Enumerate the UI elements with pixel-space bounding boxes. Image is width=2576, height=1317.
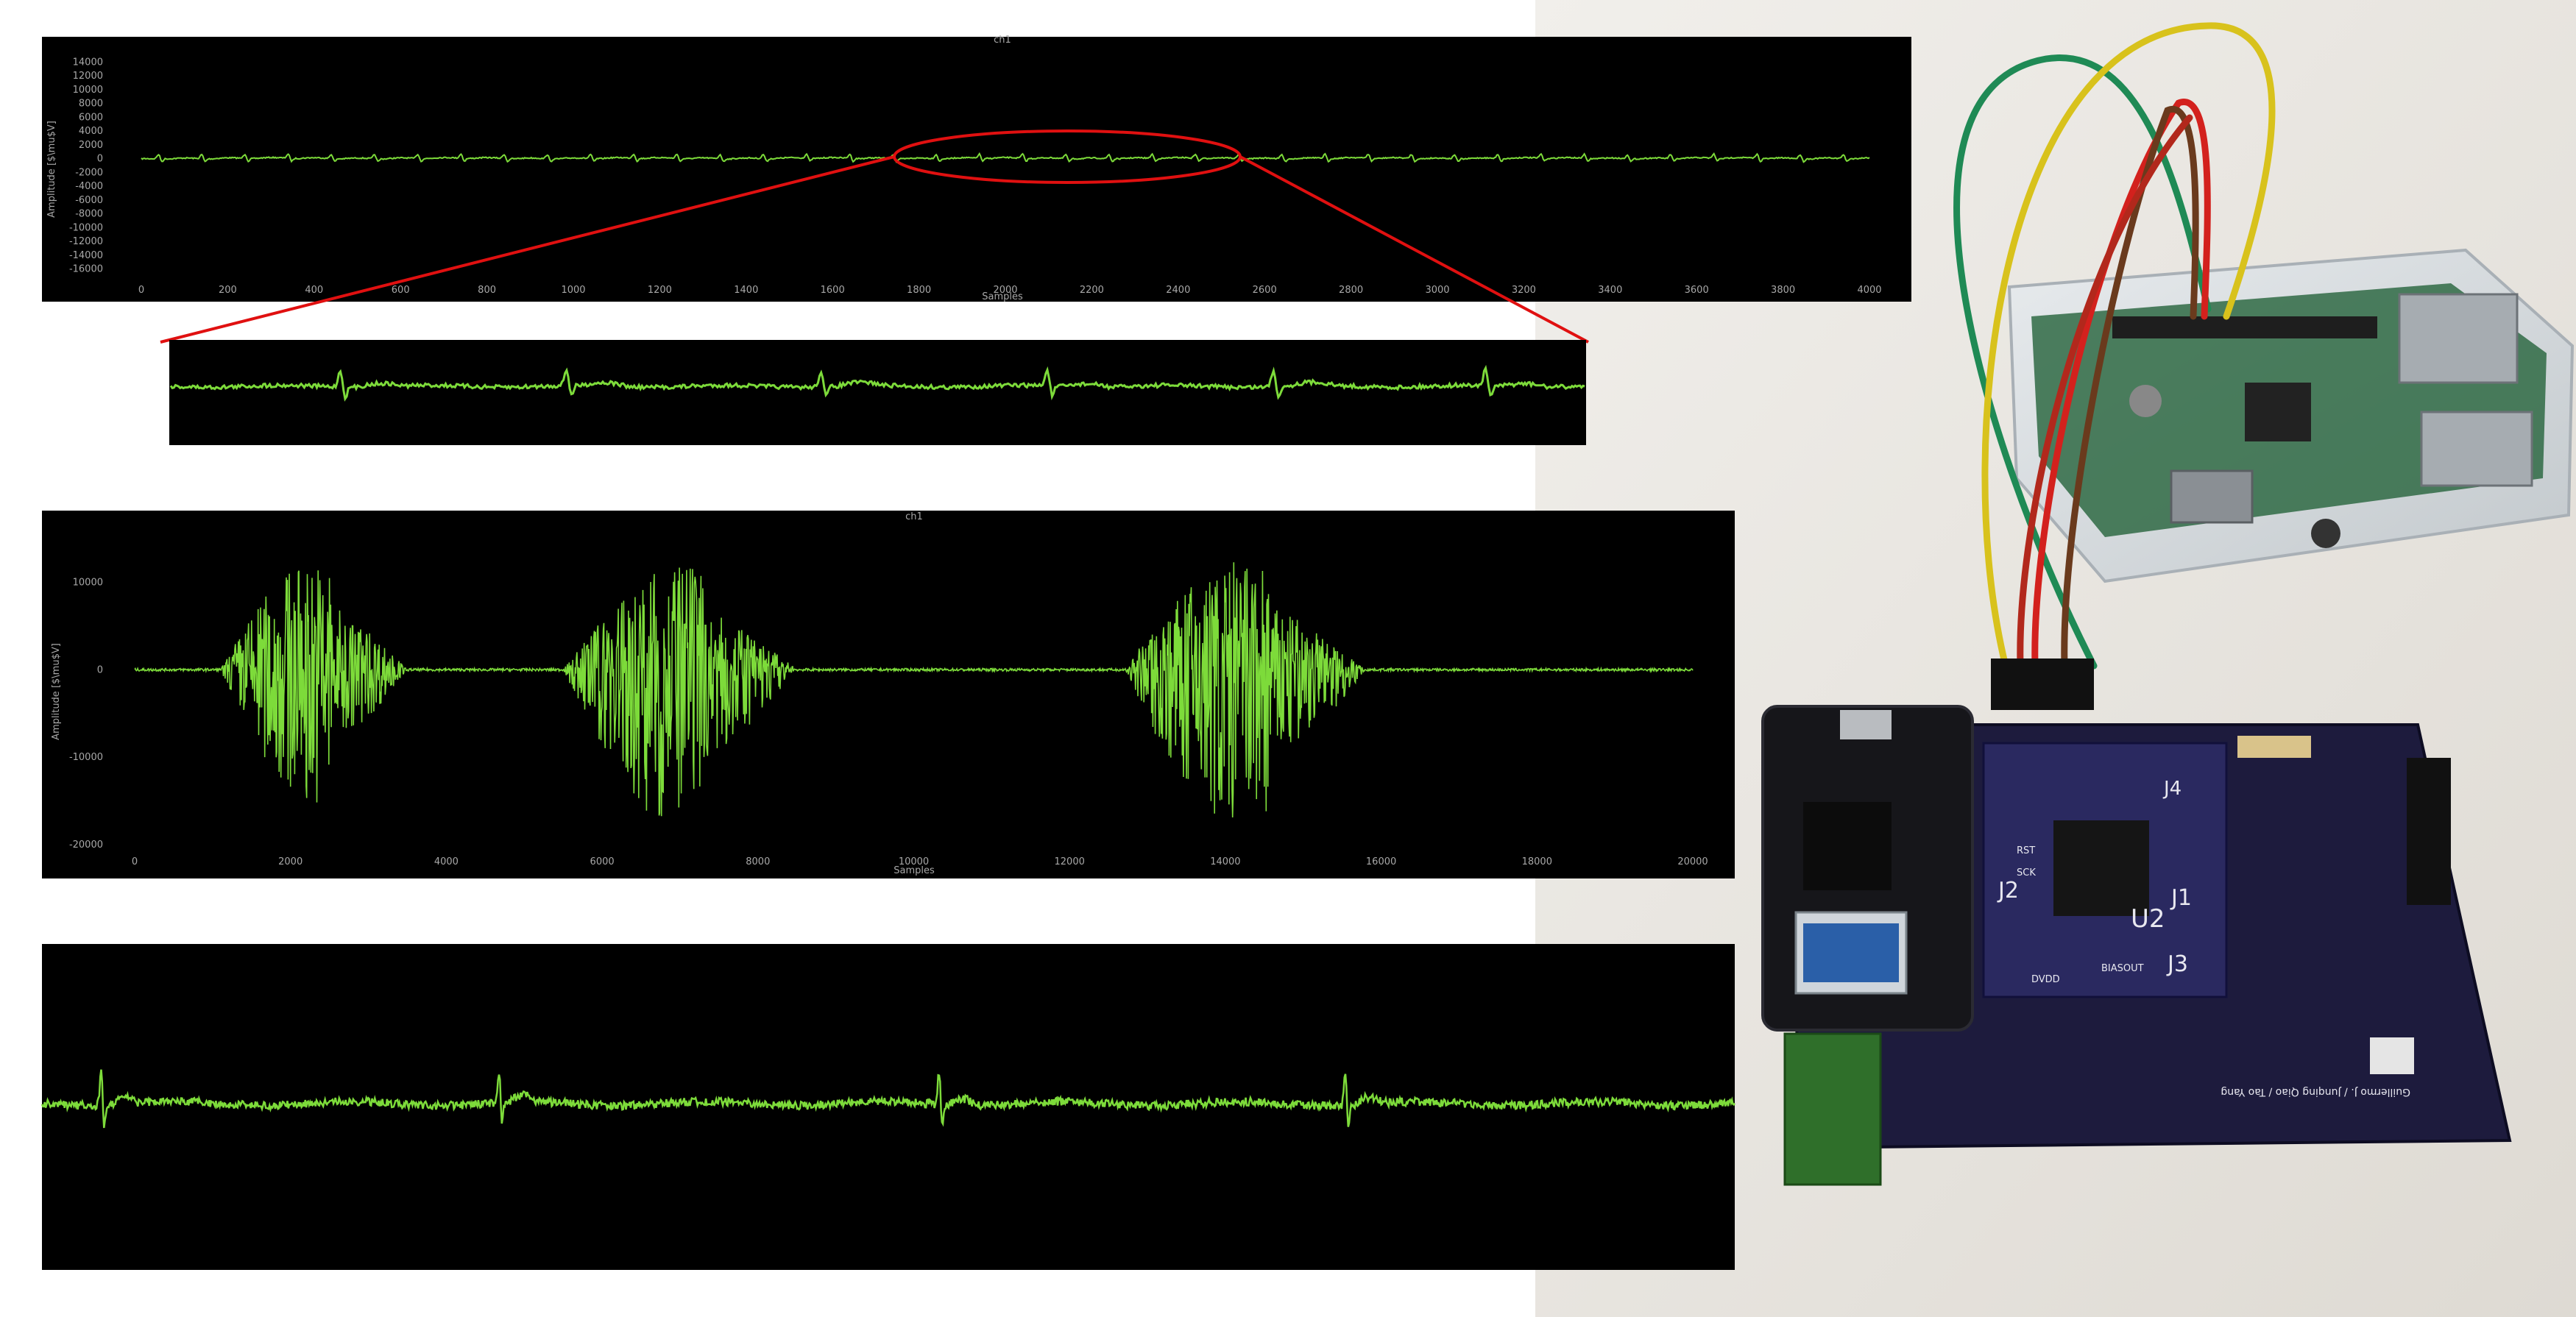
pcb-label-u2: U2 [2131, 904, 2165, 934]
panel-2-background [169, 340, 1586, 445]
hdmi-port [2170, 469, 2254, 524]
x-tick-label: 800 [478, 285, 496, 296]
x-tick-label: 20000 [1677, 856, 1708, 867]
x-tick-label: 4000 [1857, 285, 1881, 296]
x-tick-label: 2800 [1339, 285, 1363, 296]
y-tick-label: -14000 [69, 250, 103, 261]
x-tick-label: 0 [132, 856, 138, 867]
y-tick-label: -12000 [69, 236, 103, 247]
y-tick-label: 6000 [79, 112, 103, 123]
x-tick-label: 1400 [734, 285, 758, 296]
y-tick-label: 0 [97, 154, 103, 165]
x-axis-label-1: Samples [982, 291, 1023, 302]
x-tick-label: 2200 [1080, 285, 1104, 296]
pcb-label-j3: J3 [2166, 951, 2188, 977]
x-tick-label: 1600 [821, 285, 845, 296]
y-tick-label: -2000 [75, 167, 103, 178]
x-tick-label: 3200 [1512, 285, 1536, 296]
x-tick-label: 600 [392, 285, 410, 296]
x-tick-label: 8000 [746, 856, 770, 867]
logo-mark [2370, 1037, 2414, 1074]
panel-2 [169, 340, 1586, 445]
pcb-label-dvdd: DVDD [2031, 974, 2060, 985]
x-tick-label: 200 [219, 285, 237, 296]
y-tick-label: 2000 [79, 140, 103, 151]
y-tick-label: -8000 [75, 209, 103, 220]
pcb-label-biasout: BIASOUT [2101, 963, 2144, 974]
y-tick-label: 4000 [79, 126, 103, 137]
usb-connector [1840, 710, 1892, 739]
y-tick-label: 12000 [73, 71, 103, 82]
adc-chip [2053, 820, 2149, 916]
panel-1: 14000120001000080006000400020000-2000-40… [42, 35, 1911, 302]
y-tick-label: -16000 [69, 264, 103, 275]
sensor-board [1783, 1032, 1882, 1186]
x-tick-label: 3000 [1425, 285, 1449, 296]
x-tick-label: 3400 [1598, 285, 1622, 296]
pcb-label-j1: J1 [2170, 885, 2192, 911]
x-tick-label: 18000 [1522, 856, 1552, 867]
x-tick-label: 14000 [1210, 856, 1240, 867]
x-tick-label: 3800 [1771, 285, 1795, 296]
x-axis-label-3: Samples [894, 865, 935, 876]
chart-title-3: ch1 [905, 511, 923, 522]
pcb-label-rst: RST [2017, 845, 2035, 856]
x-tick-label: 1000 [561, 285, 585, 296]
x-tick-label: 1200 [648, 285, 672, 296]
y-tick-label: 8000 [79, 99, 103, 110]
usb-ports [2398, 293, 2519, 384]
panel-1-background [42, 37, 1911, 302]
y-tick-label: 10000 [73, 85, 103, 96]
feather-board [1761, 705, 1974, 1032]
y-tick-label: 14000 [73, 57, 103, 68]
y-tick-label: -20000 [69, 839, 103, 851]
x-tick-label: 2000 [278, 856, 302, 867]
x-tick-label: 0 [138, 285, 144, 296]
y-tick-label: -10000 [69, 752, 103, 763]
y-tick-label: -6000 [75, 195, 103, 206]
pcb-label-j2: J2 [1997, 878, 2019, 904]
x-tick-label: 3600 [1685, 285, 1709, 296]
y-tick-label: 0 [97, 664, 103, 675]
wire-connector [1991, 658, 2094, 710]
pcb-label-j4: J4 [2162, 778, 2182, 800]
panel-3: 100000-10000-20000 0 2000 4000 6000 8000 1000… [42, 511, 1735, 878]
y-axis-label-3: Amplitude [$\mu$V] [51, 643, 62, 740]
x-tick-label: 1800 [907, 285, 931, 296]
figure-canvas: U2 J2 J1 J3 J4 BIASOUT DVDD RST SCK Guil… [40, 0, 2576, 1317]
pcb-label-sck: SCK [2017, 867, 2036, 878]
x-tick-label: 6000 [590, 856, 615, 867]
panel-4 [40, 944, 1736, 1270]
y-tick-label: 10000 [73, 577, 103, 588]
x-tick-label: 12000 [1055, 856, 1085, 867]
y-tick-label: -4000 [75, 181, 103, 192]
x-tick-label: 2400 [1166, 285, 1190, 296]
x-tick-label: 2600 [1253, 285, 1277, 296]
chart-title-1: ch1 [994, 35, 1011, 46]
gpio-header [2112, 316, 2377, 338]
pcb-credit: Guillermo J. / Junqing Qiao / Tao Yang [2221, 1086, 2410, 1098]
x-tick-label: 400 [305, 285, 323, 296]
y-axis-label-1: Amplitude [$\mu$V] [46, 121, 57, 218]
x-tick-label: 4000 [434, 856, 459, 867]
y-tick-label: -10000 [69, 222, 103, 233]
x-tick-label: 16000 [1366, 856, 1396, 867]
